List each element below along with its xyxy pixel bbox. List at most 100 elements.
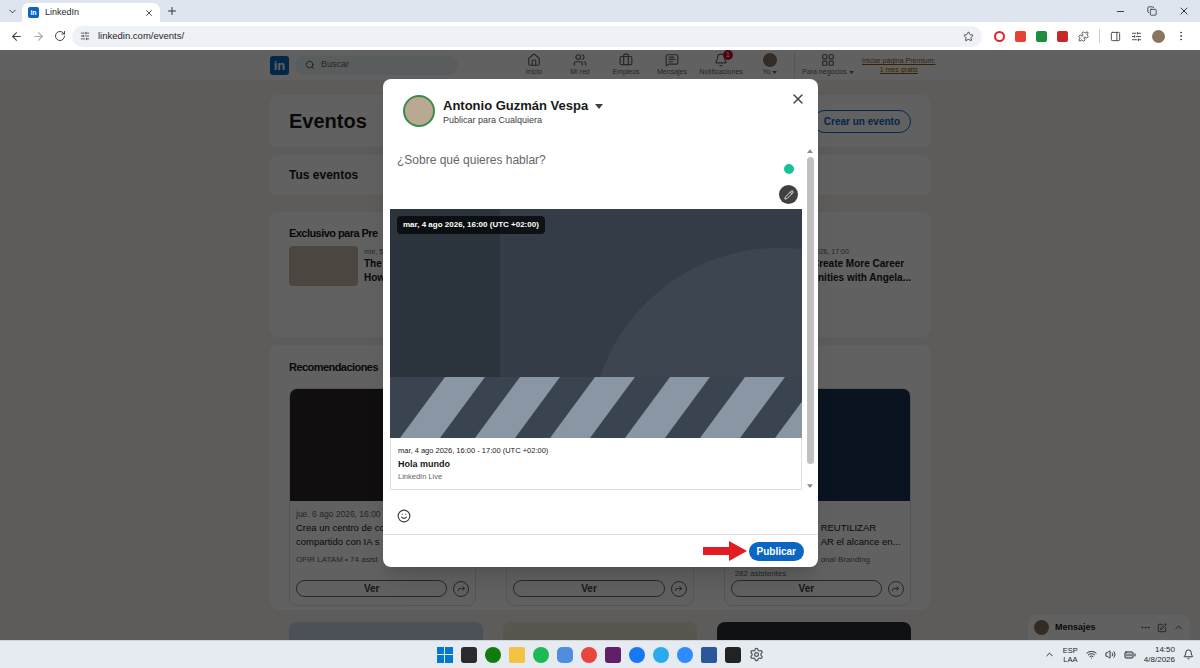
wifi-icon[interactable] [1086, 649, 1097, 660]
dialog-header: Antonio Guzmán VespaPublicar para Cualqu… [383, 79, 818, 147]
extensions [994, 29, 1187, 43]
post-editor[interactable]: ¿Sobre qué quieres hablar? [390, 147, 802, 209]
taskbar-app-icon[interactable] [605, 647, 621, 663]
tab-search-button[interactable] [4, 0, 20, 22]
reload-icon [54, 30, 66, 42]
event-type: LinkedIn Live [398, 471, 794, 483]
restore-icon [1147, 6, 1157, 16]
restore-button[interactable] [1136, 0, 1168, 22]
close-window-button[interactable] [1168, 0, 1200, 22]
event-title: Hola mundo [398, 457, 794, 471]
url-text: linkedin.com/events/ [98, 29, 955, 43]
minimize-icon [1115, 6, 1126, 17]
tab-strip: inLinkedIn [0, 0, 1200, 22]
new-tab-button[interactable] [166, 0, 178, 22]
taskbar-app-icon[interactable] [557, 647, 573, 663]
language-text: ESP [1063, 646, 1078, 655]
author-name: Antonio Guzmán Vespa [443, 98, 588, 114]
clock[interactable]: 14:504/8/2026 [1144, 645, 1175, 665]
editor-tools [779, 147, 802, 209]
side-panel-icon[interactable] [1110, 31, 1121, 42]
emoji-icon[interactable] [397, 509, 411, 523]
clock-time: 14:50 [1155, 645, 1175, 655]
taskbar-apps [437, 647, 764, 663]
site-info-icon[interactable] [80, 31, 90, 41]
hidden-icons-icon[interactable] [1044, 649, 1055, 660]
dialog-footer: Publicar [383, 534, 818, 567]
scroll-down-icon [807, 484, 813, 488]
linkedin-logo-icon: in [28, 7, 39, 18]
forward-arrow-icon [32, 30, 45, 43]
create-post-dialog: Antonio Guzmán VespaPublicar para Cualqu… [383, 79, 818, 567]
audience-label: Publicar para Cualquiera [443, 114, 603, 126]
language-text: LAA [1063, 655, 1077, 664]
close-icon [1178, 5, 1190, 17]
emoji-row [383, 490, 818, 534]
profile-avatar[interactable] [1152, 30, 1165, 43]
toolbar-divider [1099, 29, 1100, 43]
edit-button[interactable] [779, 185, 798, 204]
close-button[interactable] [790, 91, 806, 107]
battery-icon[interactable] [1124, 649, 1136, 661]
author-avatar [403, 95, 435, 127]
event-time: mar, 4 ago 2026, 16:00 - 17:00 (UTC +02:… [398, 445, 794, 457]
system-tray: ESPLAA 14:504/8/2026 [764, 645, 1200, 665]
taskbar-app-icon[interactable] [509, 647, 525, 663]
taskbar-app-icon[interactable] [629, 647, 645, 663]
clock-date: 4/8/2026 [1144, 655, 1175, 665]
scroll-up-icon [807, 149, 813, 153]
extensions-puzzle-icon[interactable] [1078, 31, 1089, 42]
taskbar-app-icon[interactable] [485, 647, 501, 663]
windows-start-icon[interactable] [437, 647, 453, 663]
taskbar-app-icon[interactable] [533, 647, 549, 663]
language-indicator[interactable]: ESPLAA [1063, 646, 1078, 664]
publish-button[interactable]: Publicar [749, 542, 804, 561]
taskbar-app-icon[interactable] [653, 647, 669, 663]
event-banner-image [390, 209, 802, 438]
dropdown-icon [595, 104, 603, 109]
taskbar-app-icon[interactable] [461, 647, 477, 663]
bookmark-star-icon[interactable] [963, 31, 974, 42]
taskbar-app-icon[interactable] [725, 647, 741, 663]
volume-icon[interactable] [1105, 649, 1116, 660]
event-date-badge: mar, 4 ago 2026, 16:00 (UTC +02:00) [397, 216, 545, 234]
minimize-button[interactable] [1104, 0, 1136, 22]
red-extension-icon[interactable] [1015, 31, 1026, 42]
scrollbar[interactable] [802, 147, 818, 490]
back-arrow-icon [10, 30, 23, 43]
scrollbar-track [807, 153, 814, 484]
red-arrow-annotation-icon [703, 541, 747, 561]
forward-button[interactable] [28, 30, 48, 43]
plus-icon [166, 5, 178, 17]
post-placeholder: ¿Sobre qué quieres hablar? [390, 147, 546, 209]
page: inBuscarInicioMi redEmpleosMensajesNotif… [0, 50, 1200, 640]
red-w-extension-icon[interactable] [1057, 31, 1068, 42]
opera-extension-icon[interactable] [994, 31, 1005, 42]
event-preview-image: mar, 4 ago 2026, 16:00 (UTC +02:00) [390, 209, 802, 438]
event-preview-text: mar, 4 ago 2026, 16:00 - 17:00 (UTC +02:… [390, 438, 802, 490]
close-tab-icon[interactable] [144, 8, 154, 18]
chevron-down-icon [7, 6, 18, 17]
green-extension-icon[interactable] [1036, 31, 1047, 42]
dialog-body: ¿Sobre qué quieres hablar?mar, 4 ago 202… [383, 147, 818, 490]
event-preview-card[interactable]: mar, 4 ago 2026, 16:00 (UTC +02:00) mar, … [390, 209, 802, 490]
taskbar-app-icon[interactable] [677, 647, 693, 663]
scrollbar-inner [807, 147, 814, 490]
pencil-icon [784, 190, 794, 200]
settings-icon[interactable] [749, 647, 764, 662]
menu-icon[interactable] [1175, 30, 1187, 42]
browser-tab[interactable]: inLinkedIn [22, 3, 160, 22]
taskbar-app-icon[interactable] [581, 647, 597, 663]
taskbar-app-icon[interactable] [701, 647, 717, 663]
media-controls-icon[interactable] [1131, 31, 1142, 42]
notifications-icon[interactable] [1183, 649, 1194, 660]
address-bar[interactable]: linkedin.com/events/ [72, 26, 982, 47]
reload-button[interactable] [50, 30, 70, 42]
grammar-assistant-icon[interactable] [784, 164, 794, 174]
author-selector[interactable]: Antonio Guzmán VespaPublicar para Cualqu… [443, 98, 603, 126]
window-controls [1104, 0, 1200, 22]
back-button[interactable] [6, 30, 26, 43]
taskbar: ESPLAA 14:504/8/2026 [0, 640, 1200, 668]
scrollbar-thumb[interactable] [807, 157, 814, 464]
browser-toolbar: linkedin.com/events/ [0, 22, 1200, 50]
